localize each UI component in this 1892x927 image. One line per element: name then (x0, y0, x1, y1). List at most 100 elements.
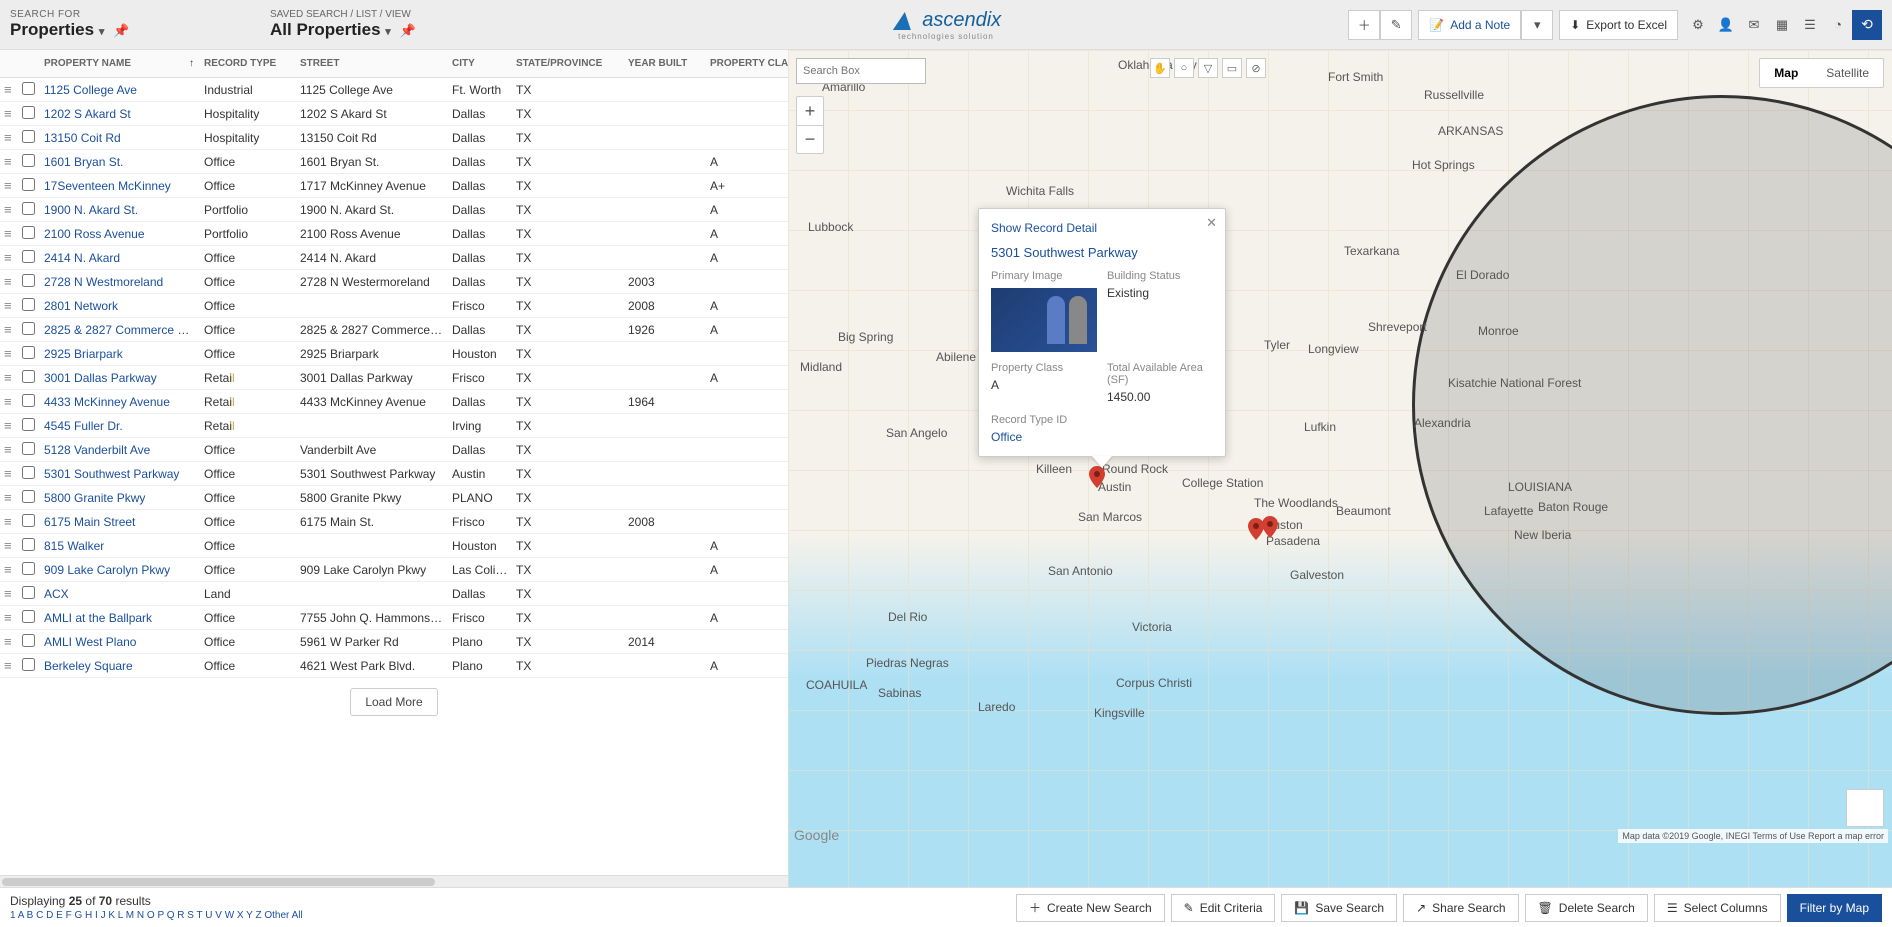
drag-handle-icon[interactable]: ≡ (4, 370, 12, 385)
table-body[interactable]: ≡1125 College AveIndustrial1125 College … (0, 78, 788, 875)
property-name-link[interactable]: 2801 Network (44, 299, 118, 313)
row-checkbox[interactable] (22, 466, 35, 479)
table-row[interactable]: ≡4545 Fuller Dr.RetailIrvingTX (0, 414, 788, 438)
map-search-input[interactable] (796, 58, 926, 84)
table-row[interactable]: ≡815 WalkerOfficeHoustonTXA (0, 534, 788, 558)
saved-search-dropdown[interactable]: All Properties ▾ 📌 (270, 20, 610, 40)
table-row[interactable]: ≡2728 N WestmorelandOffice2728 N Westerm… (0, 270, 788, 294)
drag-handle-icon[interactable]: ≡ (4, 274, 12, 289)
row-checkbox[interactable] (22, 130, 35, 143)
select-columns-button[interactable]: ☰Select Columns (1654, 894, 1781, 922)
row-checkbox[interactable] (22, 226, 35, 239)
table-row[interactable]: ≡5301 Southwest ParkwayOffice5301 Southw… (0, 462, 788, 486)
pin-icon[interactable]: 📌 (400, 23, 416, 38)
edit-button[interactable]: ✎ (1380, 10, 1412, 40)
save-search-button[interactable]: 💾Save Search (1281, 894, 1397, 922)
table-row[interactable]: ≡3001 Dallas ParkwayRetail3001 Dallas Pa… (0, 366, 788, 390)
primary-image-thumbnail[interactable] (991, 288, 1097, 352)
row-checkbox[interactable] (22, 322, 35, 335)
property-name-link[interactable]: 3001 Dallas Parkway (44, 371, 157, 385)
column-header-year[interactable]: YEAR BUILT (624, 58, 706, 69)
table-row[interactable]: ≡1202 S Akard StHospitality1202 S Akard … (0, 102, 788, 126)
property-name-link[interactable]: 17Seventeen McKinney (44, 179, 171, 193)
property-name-link[interactable]: 909 Lake Carolyn Pkwy (44, 563, 170, 577)
row-checkbox[interactable] (22, 538, 35, 551)
drag-handle-icon[interactable]: ≡ (4, 178, 12, 193)
row-checkbox[interactable] (22, 394, 35, 407)
property-name-link[interactable]: 1601 Bryan St. (44, 155, 123, 169)
user-icon[interactable]: 👤 (1712, 10, 1740, 40)
row-checkbox[interactable] (22, 562, 35, 575)
property-name-link[interactable]: 815 Walker (44, 539, 104, 553)
property-name-link[interactable]: 2825 & 2827 Commerce Street (44, 323, 200, 337)
circle-tool-icon[interactable]: ○ (1174, 58, 1194, 78)
map-pane[interactable]: Oklahoma CityAmarilloFort SmithRussellvi… (788, 50, 1892, 887)
property-name-link[interactable]: AMLI at the Ballpark (44, 611, 152, 625)
row-checkbox[interactable] (22, 586, 35, 599)
drag-handle-icon[interactable]: ≡ (4, 490, 12, 505)
table-row[interactable]: ≡4433 McKinney AvenueRetail4433 McKinney… (0, 390, 788, 414)
alpha-filter[interactable]: 1 A B C D E F G H I J K L M N O P Q R S … (10, 910, 303, 921)
drag-handle-icon[interactable]: ≡ (4, 586, 12, 601)
zoom-out-button[interactable]: − (797, 125, 823, 153)
drag-handle-icon[interactable]: ≡ (4, 322, 12, 337)
row-checkbox[interactable] (22, 106, 35, 119)
polygon-tool-icon[interactable]: ▽ (1198, 58, 1218, 78)
drag-handle-icon[interactable]: ≡ (4, 346, 12, 361)
property-name-link[interactable]: 2728 N Westmoreland (44, 275, 163, 289)
app-switcher-icon[interactable]: ⟲ (1852, 10, 1882, 40)
drag-handle-icon[interactable]: ≡ (4, 634, 12, 649)
table-row[interactable]: ≡AMLI at the BallparkOffice7755 John Q. … (0, 606, 788, 630)
drag-handle-icon[interactable]: ≡ (4, 514, 12, 529)
export-button[interactable]: ⬇ Export to Excel (1559, 10, 1678, 40)
map-type-map[interactable]: Map (1760, 59, 1812, 87)
drag-handle-icon[interactable]: ≡ (4, 202, 12, 217)
horizontal-scrollbar[interactable] (0, 875, 788, 887)
drag-handle-icon[interactable]: ≡ (4, 538, 12, 553)
row-checkbox[interactable] (22, 658, 35, 671)
property-name-link[interactable]: 5800 Granite Pkwy (44, 491, 145, 505)
property-name-link[interactable]: 1125 College Ave (44, 83, 137, 97)
row-checkbox[interactable] (22, 490, 35, 503)
drag-handle-icon[interactable]: ≡ (4, 466, 12, 481)
drag-handle-icon[interactable]: ≡ (4, 418, 12, 433)
chart-icon[interactable]: ◔ (1824, 10, 1852, 40)
map-type-satellite[interactable]: Satellite (1812, 59, 1883, 87)
row-checkbox[interactable] (22, 634, 35, 647)
drag-handle-icon[interactable]: ≡ (4, 130, 12, 145)
map-marker-icon[interactable] (1262, 516, 1278, 538)
property-name-link[interactable]: 1202 S Akard St (44, 107, 131, 121)
drag-handle-icon[interactable]: ≡ (4, 562, 12, 577)
table-row[interactable]: ≡1900 N. Akard St.Portfolio1900 N. Akard… (0, 198, 788, 222)
clear-tool-icon[interactable]: ⊘ (1246, 58, 1266, 78)
load-more-button[interactable]: Load More (350, 688, 437, 716)
drag-handle-icon[interactable]: ≡ (4, 106, 12, 121)
drag-handle-icon[interactable]: ≡ (4, 250, 12, 265)
drag-handle-icon[interactable]: ≡ (4, 610, 12, 625)
row-checkbox[interactable] (22, 514, 35, 527)
property-name-link[interactable]: 6175 Main Street (44, 515, 135, 529)
show-record-detail-link[interactable]: Show Record Detail (991, 221, 1097, 235)
add-note-button[interactable]: 📝 Add a Note (1418, 10, 1521, 40)
table-row[interactable]: ≡5128 Vanderbilt AveOfficeVanderbilt Ave… (0, 438, 788, 462)
column-header-state[interactable]: STATE/PROVINCE (512, 58, 624, 69)
property-name-link[interactable]: 2414 N. Akard (44, 251, 120, 265)
pin-icon[interactable]: 📌 (113, 23, 129, 38)
rect-tool-icon[interactable]: ▭ (1222, 58, 1242, 78)
mail-icon[interactable]: ✉ (1740, 10, 1768, 40)
close-icon[interactable]: ✕ (1206, 215, 1217, 231)
pan-tool-icon[interactable]: ✋ (1150, 58, 1170, 78)
add-button[interactable]: ＋ (1348, 10, 1380, 40)
column-header-name[interactable]: PROPERTY NAME ↑ (40, 58, 200, 69)
property-name-link[interactable]: AMLI West Plano (44, 635, 136, 649)
record-name-link[interactable]: 5301 Southwest Parkway (991, 245, 1213, 260)
map-streetview-pegman[interactable] (1846, 789, 1884, 827)
table-row[interactable]: ≡1125 College AveIndustrial1125 College … (0, 78, 788, 102)
table-row[interactable]: ≡13150 Coit RdHospitality13150 Coit RdDa… (0, 126, 788, 150)
calendar-icon[interactable]: ▦ (1768, 10, 1796, 40)
property-name-link[interactable]: 5301 Southwest Parkway (44, 467, 179, 481)
property-name-link[interactable]: ACX (44, 587, 69, 601)
property-name-link[interactable]: 2100 Ross Avenue (44, 227, 145, 241)
row-checkbox[interactable] (22, 154, 35, 167)
table-row[interactable]: ≡6175 Main StreetOffice6175 Main St.Fris… (0, 510, 788, 534)
